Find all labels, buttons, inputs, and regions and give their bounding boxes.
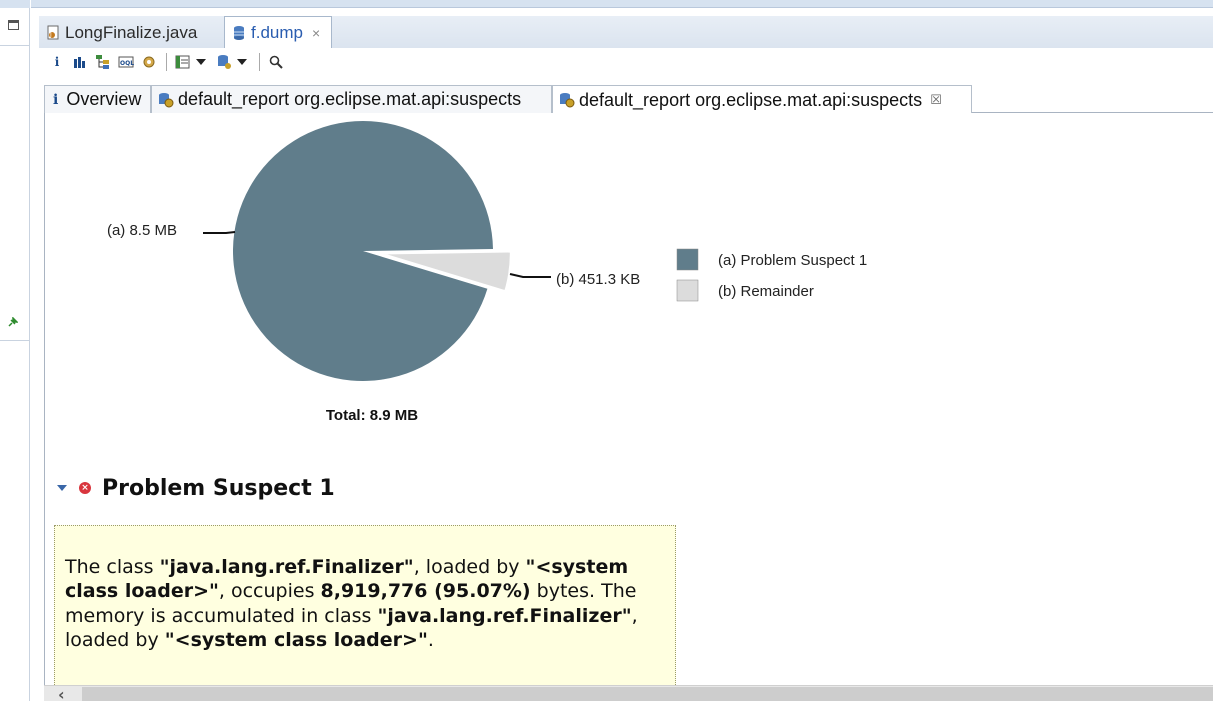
report-content: (a) 8.5 MB (b) 451.3 KB (a) Problem Suspec… xyxy=(44,113,1213,693)
close-icon[interactable]: ☒ xyxy=(930,92,942,108)
tab-label: Overview xyxy=(66,89,142,109)
java-file-icon: J xyxy=(47,25,61,41)
thread-overview-icon[interactable] xyxy=(141,54,157,70)
description-text: , occupies xyxy=(218,580,321,603)
toolbar-separator xyxy=(259,53,260,71)
maximize-icon[interactable] xyxy=(8,20,19,30)
query-browser-dropdown[interactable] xyxy=(196,59,206,65)
close-icon[interactable]: × xyxy=(312,25,320,41)
legend-label: (b) Remainder xyxy=(718,283,814,300)
tab-longfinalize-java[interactable]: J LongFinalize.java xyxy=(39,17,223,48)
problem-suspect-description: The class "java.lang.ref.Finalizer", loa… xyxy=(54,525,676,693)
class-loader: "<system class loader>" xyxy=(164,628,428,651)
description-text: The class xyxy=(65,556,160,578)
description-text: . xyxy=(427,628,434,651)
heap-dump-overview-dropdown[interactable] xyxy=(237,59,247,65)
problem-suspect-title: Problem Suspect 1 xyxy=(102,475,335,501)
tab-label: LongFinalize.java xyxy=(65,22,198,42)
oql-icon[interactable]: OQL xyxy=(118,54,134,70)
tab-default-report-active[interactable]: default_report org.eclipse.mat.api:suspe… xyxy=(552,85,972,114)
histogram-icon[interactable] xyxy=(72,54,88,70)
panel-divider xyxy=(0,340,30,341)
slice-label-a: (a) 8.5 MB xyxy=(107,222,177,239)
tab-f-dump[interactable]: f.dump × xyxy=(224,16,332,48)
report-tab-bar: i Overview default_report org.eclipse.ma… xyxy=(44,85,1213,114)
error-icon: × xyxy=(79,482,91,494)
info-icon[interactable]: i xyxy=(49,54,65,70)
info-icon: i xyxy=(53,91,59,108)
retained-size: 8,919,776 (95.07%) xyxy=(320,580,531,603)
problem-suspect-header: × Problem Suspect 1 xyxy=(57,473,335,503)
window-top-strip xyxy=(31,0,1213,8)
toolbar-separator xyxy=(166,53,167,71)
legend-swatch xyxy=(676,248,699,271)
report-db-icon xyxy=(559,92,575,108)
svg-text:OQL: OQL xyxy=(120,60,134,67)
pie-slice-problem-suspect[interactable] xyxy=(232,121,493,382)
heap-dump-icon xyxy=(233,25,247,41)
description-text: , loaded by xyxy=(413,556,526,578)
scrollbar-thumb[interactable] xyxy=(82,687,1213,701)
class-name: "java.lang.ref.Finalizer" xyxy=(159,556,414,578)
chart-total-label: Total: 8.9 MB xyxy=(326,407,418,424)
editor-toolbar: i OQL xyxy=(39,49,1213,75)
report-db-icon xyxy=(158,92,174,108)
leader-line-b xyxy=(509,273,551,278)
collapse-twisty-icon[interactable] xyxy=(57,485,67,491)
leader-line-a xyxy=(203,231,236,234)
tab-overview[interactable]: i Overview xyxy=(44,85,151,113)
query-browser-icon[interactable] xyxy=(175,54,191,70)
dominator-tree-icon[interactable] xyxy=(95,54,111,70)
editor-area: J LongFinalize.java f.dump × i OQL i Ove… xyxy=(39,8,1213,701)
panel-divider xyxy=(0,45,30,46)
legend-swatch xyxy=(676,279,699,302)
tab-label: f.dump xyxy=(251,22,303,42)
class-name: "java.lang.ref.Finalizer" xyxy=(377,604,632,627)
slice-label-b: (b) 451.3 KB xyxy=(556,271,640,288)
search-icon[interactable] xyxy=(268,54,284,70)
pie-chart: (a) 8.5 MB (b) 451.3 KB (a) Problem Suspec… xyxy=(107,121,867,424)
left-side-panel xyxy=(0,0,30,701)
tab-default-report[interactable]: default_report org.eclipse.mat.api:suspe… xyxy=(151,85,552,113)
panel-top-strip xyxy=(0,0,30,8)
pin-icon[interactable] xyxy=(8,316,19,327)
svg-text:J: J xyxy=(49,31,52,38)
tab-label: default_report org.eclipse.mat.api:suspe… xyxy=(579,89,923,110)
editor-tab-bar: J LongFinalize.java f.dump × xyxy=(39,8,1213,48)
legend-label: (a) Problem Suspect 1 xyxy=(718,252,867,269)
heap-dump-overview-icon[interactable] xyxy=(216,54,232,70)
horizontal-scrollbar[interactable]: ‹ xyxy=(44,685,1213,701)
scroll-left-icon[interactable]: ‹ xyxy=(58,687,65,701)
tab-label: default_report org.eclipse.mat.api:suspe… xyxy=(178,89,522,109)
